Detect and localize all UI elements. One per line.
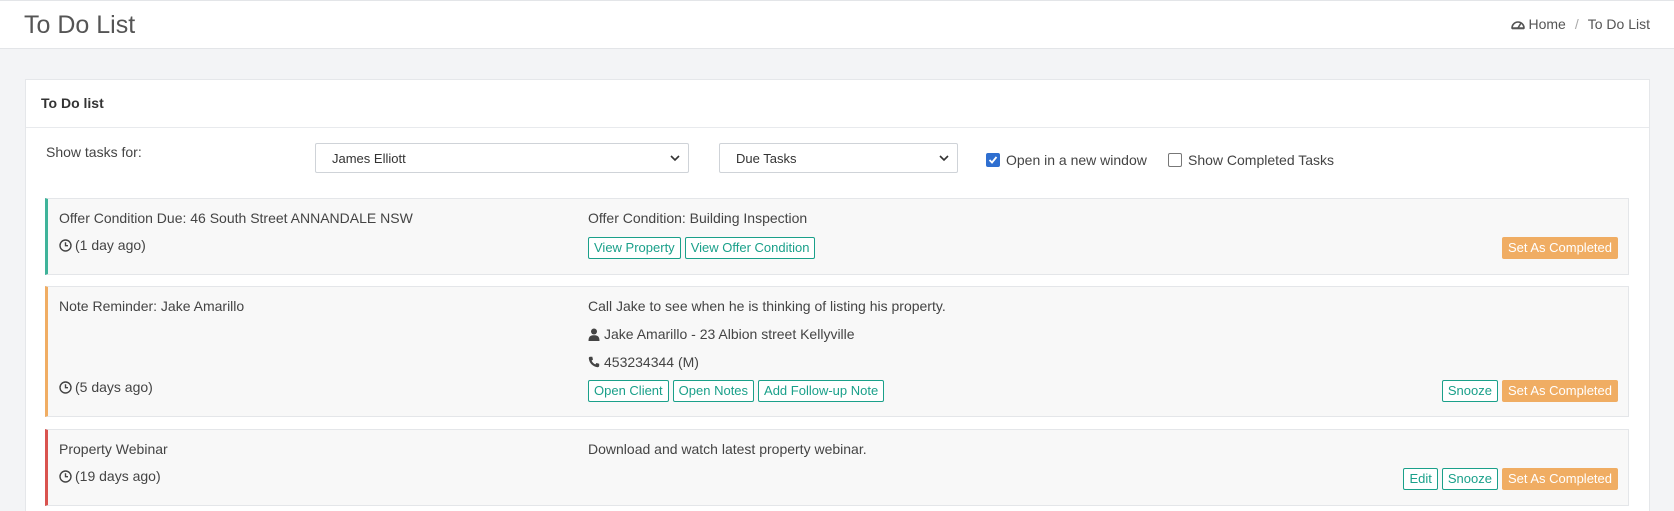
- set-as-completed-button[interactable]: Set As Completed: [1501, 380, 1618, 402]
- task-title: Property Webinar: [59, 441, 168, 457]
- clock-icon: [59, 238, 72, 252]
- view-property-button[interactable]: View Property: [588, 237, 681, 259]
- task-right-actions: Snooze Set As Completed: [1441, 380, 1618, 402]
- task-time-text: (19 days ago): [75, 468, 161, 484]
- breadcrumb: Home / To Do List: [1510, 16, 1650, 32]
- clock-icon: [59, 469, 72, 483]
- task-contact: Jake Amarillo - 23 Albion street Kellyvi…: [588, 326, 855, 342]
- task-phone-text: 453234344 (M): [604, 354, 699, 370]
- user-select[interactable]: James Elliott: [315, 143, 689, 173]
- snooze-button[interactable]: Snooze: [1441, 380, 1498, 402]
- checkbox-checked-icon: [986, 153, 1000, 167]
- user-icon: [588, 328, 600, 341]
- task-actions: Open Client Open Notes Add Follow-up Not…: [588, 380, 885, 402]
- task-description: Download and watch latest property webin…: [588, 441, 867, 457]
- breadcrumb-separator: /: [1574, 16, 1579, 32]
- open-client-button[interactable]: Open Client: [588, 380, 669, 402]
- task-description: Offer Condition: Building Inspection: [588, 210, 808, 226]
- task-right-actions: Edit Snooze Set As Completed: [1403, 468, 1618, 490]
- task-contact-text: Jake Amarillo - 23 Albion street Kellyvi…: [604, 326, 855, 342]
- task-right-actions: Set As Completed: [1501, 237, 1618, 259]
- phone-icon: [588, 356, 600, 368]
- dashboard-icon: [1510, 21, 1525, 30]
- show-completed-checkbox[interactable]: Show Completed Tasks: [1168, 152, 1334, 168]
- task-item: Property Webinar (19 days ago) Download …: [45, 429, 1629, 506]
- task-description: Call Jake to see when he is thinking of …: [588, 298, 946, 314]
- breadcrumb-home-label: Home: [1528, 16, 1566, 32]
- edit-button[interactable]: Edit: [1403, 468, 1438, 490]
- clock-icon: [59, 380, 72, 394]
- task-time: (5 days ago): [59, 379, 153, 395]
- set-as-completed-button[interactable]: Set As Completed: [1501, 237, 1618, 259]
- show-completed-label: Show Completed Tasks: [1188, 152, 1335, 168]
- task-phone: 453234344 (M): [588, 354, 699, 370]
- task-time-text: (1 day ago): [75, 237, 146, 253]
- page-header: To Do List Home / To Do List: [0, 0, 1674, 49]
- view-offer-condition-button[interactable]: View Offer Condition: [684, 237, 816, 259]
- chevron-down-icon: [670, 155, 680, 162]
- task-title: Offer Condition Due: 46 South Street ANN…: [59, 210, 413, 226]
- task-title: Note Reminder: Jake Amarillo: [59, 298, 245, 314]
- task-time: (19 days ago): [59, 468, 161, 484]
- breadcrumb-current: To Do List: [1587, 16, 1650, 32]
- panel-heading: To Do list: [26, 80, 1649, 128]
- todo-panel: To Do list Show tasks for: James Elliott…: [25, 79, 1650, 511]
- add-follow-up-note-button[interactable]: Add Follow-up Note: [758, 380, 885, 402]
- chevron-down-icon: [939, 155, 949, 162]
- task-actions: View Property View Offer Condition: [588, 237, 816, 259]
- checkbox-unchecked-icon: [1168, 153, 1182, 167]
- task-time: (1 day ago): [59, 237, 146, 253]
- set-as-completed-button[interactable]: Set As Completed: [1501, 468, 1618, 490]
- open-new-window-checkbox[interactable]: Open in a new window: [986, 152, 1147, 168]
- breadcrumb-home-link[interactable]: Home: [1510, 16, 1566, 32]
- panel-title: To Do list: [41, 95, 104, 111]
- task-type-select-value: Due Tasks: [736, 151, 797, 166]
- task-type-select[interactable]: Due Tasks: [719, 143, 958, 173]
- open-notes-button[interactable]: Open Notes: [672, 380, 755, 402]
- page-title: To Do List: [24, 11, 136, 39]
- snooze-button[interactable]: Snooze: [1441, 468, 1498, 490]
- task-time-text: (5 days ago): [75, 379, 153, 395]
- user-select-value: James Elliott: [332, 151, 406, 166]
- task-item: Offer Condition Due: 46 South Street ANN…: [45, 198, 1629, 275]
- task-item: Note Reminder: Jake Amarillo (5 days ago…: [45, 286, 1629, 417]
- open-new-window-label: Open in a new window: [1006, 152, 1147, 168]
- show-tasks-label: Show tasks for:: [46, 144, 142, 160]
